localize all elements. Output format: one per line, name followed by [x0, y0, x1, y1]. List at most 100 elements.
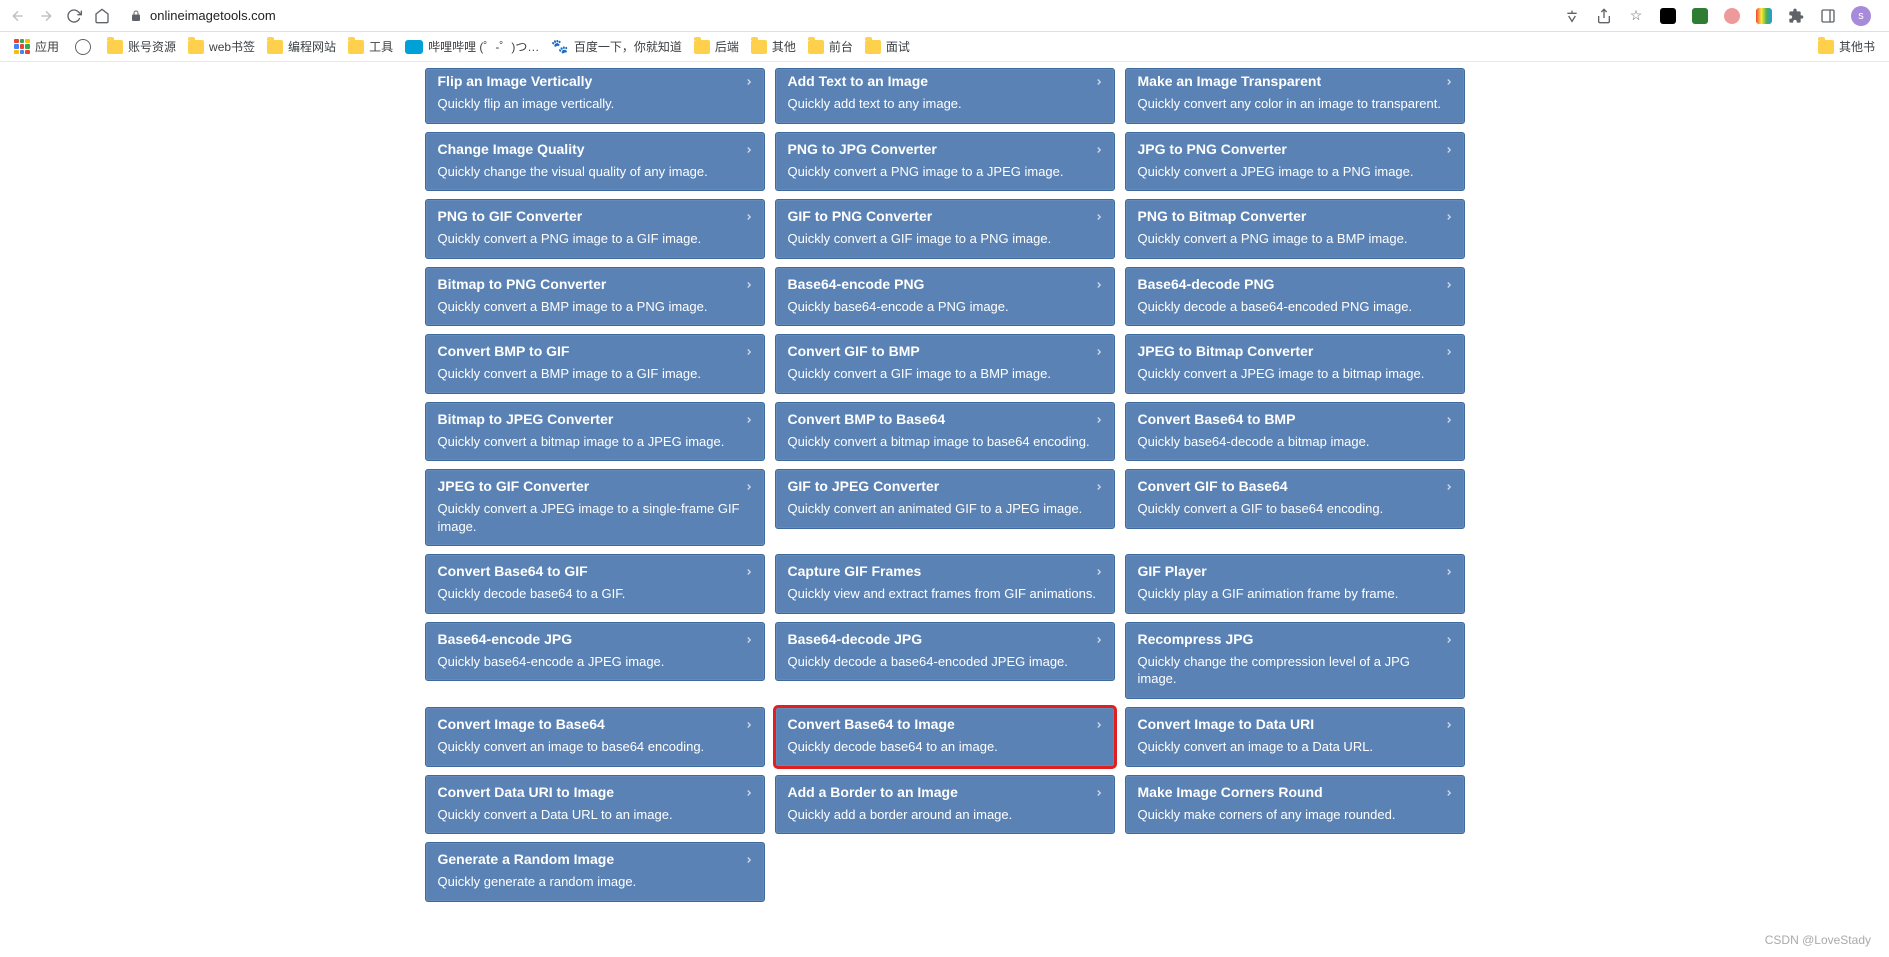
bookmark-item[interactable]: 面试 — [859, 34, 916, 59]
tool-desc: Quickly convert a GIF image to a BMP ima… — [788, 365, 1102, 383]
chevron-right-icon — [744, 143, 754, 157]
reload-button[interactable] — [64, 6, 84, 26]
tool-card[interactable]: Convert Image to Data URIQuickly convert… — [1125, 707, 1465, 767]
share-icon[interactable] — [1595, 7, 1613, 25]
chevron-right-icon — [744, 853, 754, 867]
tool-card[interactable]: Convert Base64 to BMP Quickly base64-deco… — [1125, 402, 1465, 462]
tool-card[interactable]: Recompress JPGQuickly change the compres… — [1125, 622, 1465, 699]
tool-card[interactable]: GIF PlayerQuickly play a GIF animation f… — [1125, 554, 1465, 614]
tool-card[interactable]: Convert GIF to Base64Quickly convert a G… — [1125, 469, 1465, 529]
tool-card[interactable]: JPG to PNG Converter Quickly convert a JP… — [1125, 132, 1465, 192]
bookmark-item[interactable]: 编程网站 — [261, 34, 342, 59]
tool-title: Generate a Random Image — [438, 851, 752, 867]
lock-icon — [130, 10, 142, 22]
bookmarks-bar: 应用 账号资源web书签 编程网站工具哔哩哔哩 (゜-゜)つ…🐾百度一下，你就知道… — [0, 32, 1889, 62]
tool-desc: Quickly convert a Data URL to an image. — [438, 806, 752, 824]
profile-avatar[interactable]: s — [1851, 6, 1871, 26]
ext-icon-2[interactable] — [1691, 7, 1709, 25]
tool-card[interactable]: Add a Border to an ImageQuickly add a bo… — [775, 775, 1115, 835]
tool-card[interactable]: GIF to PNG ConverterQuickly convert a GI… — [775, 199, 1115, 259]
forward-button[interactable] — [36, 6, 56, 26]
tool-card[interactable]: Base64-decode JPGQuickly decode a base64… — [775, 622, 1115, 682]
chevron-right-icon — [1094, 345, 1104, 359]
translate-icon[interactable] — [1563, 7, 1581, 25]
tool-card[interactable]: Change Image QualityQuickly change the v… — [425, 132, 765, 192]
tool-desc: Quickly change the visual quality of any… — [438, 163, 752, 181]
bookmark-item[interactable]: 前台 — [802, 34, 859, 59]
bookmark-label: 面试 — [886, 38, 910, 55]
bookmark-item[interactable]: web书签 — [182, 34, 261, 59]
bookmark-globe[interactable] — [69, 35, 97, 59]
tool-desc: Quickly convert a JPEG image to a PNG im… — [1138, 163, 1452, 181]
bookmark-label: 编程网站 — [288, 38, 336, 55]
tool-title: Bitmap to PNG Converter — [438, 276, 752, 292]
tool-card[interactable]: Convert Data URI to Image Quickly convert… — [425, 775, 765, 835]
tool-desc: Quickly convert a PNG image to a JPEG im… — [788, 163, 1102, 181]
tool-card[interactable]: Convert BMP to Base64Quickly convert a b… — [775, 402, 1115, 462]
apps-label: 应用 — [35, 38, 59, 55]
bookmark-item[interactable]: 其他 — [745, 34, 802, 59]
tool-card[interactable]: PNG to JPG Converter Quickly convert a PN… — [775, 132, 1115, 192]
tool-card[interactable]: Convert Base64 to GIFQuickly decode base… — [425, 554, 765, 614]
url-bar[interactable]: onlineimagetools.com — [120, 8, 1555, 23]
tool-card[interactable]: GIF to JPEG ConverterQuickly convert an … — [775, 469, 1115, 529]
back-button[interactable] — [8, 6, 28, 26]
chevron-right-icon — [744, 633, 754, 647]
tool-card[interactable]: JPEG to GIF ConverterQuickly convert a J… — [425, 469, 765, 546]
apps-button[interactable]: 应用 — [8, 34, 65, 59]
panel-icon[interactable] — [1819, 7, 1837, 25]
bookmark-item[interactable]: 🐾百度一下，你就知道 — [545, 34, 687, 59]
chevron-right-icon — [744, 345, 754, 359]
tool-title: JPG to PNG Converter — [1138, 141, 1452, 157]
tool-card[interactable]: Convert Base64 to ImageQuickly decode ba… — [775, 707, 1115, 767]
tool-card[interactable]: Base64-encode PNGQuickly base64-encode a… — [775, 267, 1115, 327]
chevron-right-icon — [744, 718, 754, 732]
chevron-right-icon — [744, 786, 754, 800]
bookmark-overflow[interactable]: 其他书 — [1812, 34, 1881, 59]
tool-title: PNG to JPG Converter — [788, 141, 1102, 157]
paw-icon: 🐾 — [551, 38, 568, 55]
tool-title: Make an Image Transparent — [1138, 73, 1452, 89]
tool-card[interactable]: Add Text to an ImageQuickly add text to … — [775, 68, 1115, 124]
tool-card[interactable]: Convert BMP to GIFQuickly convert a BMP … — [425, 334, 765, 394]
folder-icon — [267, 40, 283, 54]
tool-card[interactable]: PNG to Bitmap ConverterQuickly convert a… — [1125, 199, 1465, 259]
tool-desc: Quickly convert a GIF to base64 encoding… — [1138, 500, 1452, 518]
tool-card[interactable]: Capture GIF FramesQuickly view and extra… — [775, 554, 1115, 614]
bookmark-item[interactable]: 账号资源 — [101, 34, 182, 59]
tool-card[interactable]: Base64-encode JPGQuickly base64-encode a… — [425, 622, 765, 682]
tool-desc: Quickly decode base64 to a GIF. — [438, 585, 752, 603]
tool-desc: Quickly convert an image to base64 encod… — [438, 738, 752, 756]
bookmark-star-icon[interactable]: ☆ — [1627, 7, 1645, 25]
tool-desc: Quickly flip an image vertically. — [438, 95, 752, 113]
watermark: CSDN @LoveStady — [1765, 933, 1871, 947]
tool-card[interactable]: PNG to GIF ConverterQuickly convert a PN… — [425, 199, 765, 259]
tool-title: Make Image Corners Round — [1138, 784, 1452, 800]
tool-title: Convert Base64 to BMP — [1138, 411, 1452, 427]
bookmark-item[interactable]: 哔哩哔哩 (゜-゜)つ… — [399, 34, 545, 59]
ext-icon-1[interactable] — [1659, 7, 1677, 25]
ext-icon-4[interactable] — [1755, 7, 1773, 25]
home-button[interactable] — [92, 6, 112, 26]
extensions-icon[interactable] — [1787, 7, 1805, 25]
tool-card[interactable]: Bitmap to PNG ConverterQuickly convert a… — [425, 267, 765, 327]
tool-desc: Quickly play a GIF animation frame by fr… — [1138, 585, 1452, 603]
tool-title: Convert Data URI to Image — [438, 784, 752, 800]
tool-card[interactable]: Convert Image to Base64Quickly convert a… — [425, 707, 765, 767]
tool-desc: Quickly base64-decode a bitmap image. — [1138, 433, 1452, 451]
tool-card[interactable]: JPEG to Bitmap ConverterQuickly convert … — [1125, 334, 1465, 394]
tool-card[interactable]: Base64-decode PNGQuickly decode a base64… — [1125, 267, 1465, 327]
tool-card[interactable]: Generate a Random ImageQuickly generate … — [425, 842, 765, 902]
tool-card[interactable]: Make Image Corners RoundQuickly make cor… — [1125, 775, 1465, 835]
tool-card[interactable]: Make an Image TransparentQuickly convert… — [1125, 68, 1465, 124]
bookmark-item[interactable]: 后端 — [688, 34, 745, 59]
tool-title: Add Text to an Image — [788, 73, 1102, 89]
tool-card[interactable]: Flip an Image VerticallyQuickly flip an … — [425, 68, 765, 124]
bookmark-item[interactable]: 工具 — [342, 34, 399, 59]
chevron-right-icon — [1094, 278, 1104, 292]
tool-card[interactable]: Convert GIF to BMPQuickly convert a GIF … — [775, 334, 1115, 394]
chevron-right-icon — [1444, 278, 1454, 292]
ext-icon-3[interactable] — [1723, 7, 1741, 25]
tool-desc: Quickly convert a GIF image to a PNG ima… — [788, 230, 1102, 248]
tool-card[interactable]: Bitmap to JPEG ConverterQuickly convert … — [425, 402, 765, 462]
